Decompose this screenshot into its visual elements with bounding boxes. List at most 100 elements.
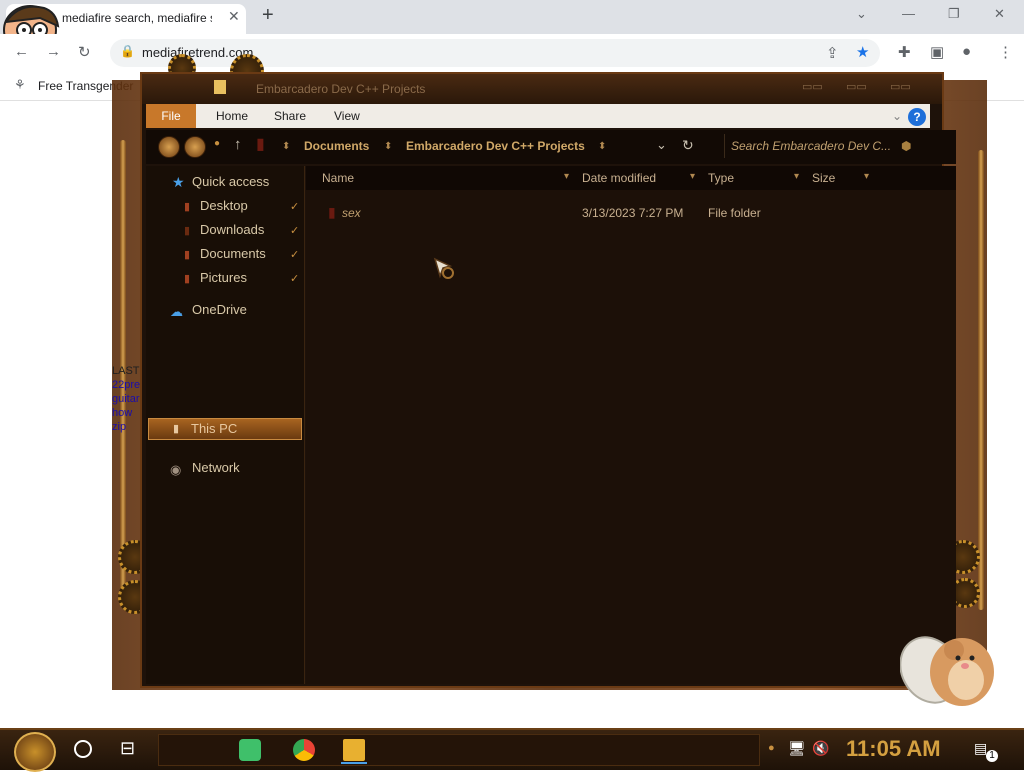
ribbon-expand-icon[interactable]: ⌄ [892, 109, 902, 123]
restore-button[interactable]: ❐ [948, 6, 960, 22]
hamster-pet-icon [900, 636, 994, 706]
column-type[interactable]: Type [708, 171, 734, 185]
file-type: File folder [708, 206, 761, 220]
navigation-bar: ● ↑ ▮ ⬍ Documents ⬍ Embarcadero Dev C++ … [146, 130, 956, 164]
forward-button[interactable] [184, 136, 206, 158]
new-tab-button[interactable]: + [262, 4, 274, 27]
nav-documents[interactable]: Documents [200, 246, 266, 261]
notification-count-badge: 1 [986, 750, 998, 762]
tab-home[interactable]: Home [216, 109, 248, 123]
close-button[interactable]: ▭▭ [890, 80, 911, 93]
tray-overflow-icon[interactable]: ● [768, 742, 775, 754]
downloads-icon: ▮ [184, 225, 191, 237]
recent-locations-icon[interactable]: ● [214, 138, 220, 149]
network-icon: ◉ [170, 462, 182, 477]
pictures-icon: ▮ [184, 273, 191, 285]
up-arrow-icon[interactable]: ↑ [234, 136, 242, 153]
star-icon: ★ [172, 174, 185, 190]
column-dropdown-icon[interactable]: ▾ [794, 171, 799, 182]
browser-tab[interactable]: mediafire search, mediafire se ✕ [3, 4, 246, 55]
extensions-icon[interactable]: ✚ [898, 43, 911, 61]
start-button[interactable] [14, 732, 56, 772]
column-date-modified[interactable]: Date modified [582, 171, 656, 185]
address-dropdown-icon[interactable]: ⌄ [656, 137, 667, 153]
ribbon-tabs: File Home Share View ⌄ [146, 104, 930, 128]
column-dropdown-icon[interactable]: ▾ [564, 171, 569, 182]
address-bar[interactable]: 🔒 mediafiretrend.com ⇪ ★ [110, 39, 880, 67]
column-dropdown-icon[interactable]: ▾ [690, 171, 695, 182]
notes-app-icon[interactable] [239, 739, 261, 761]
file-explorer-icon[interactable] [343, 739, 365, 761]
file-date: 3/13/2023 7:27 PM [582, 206, 684, 220]
breadcrumb-separator-icon[interactable]: ⬍ [598, 141, 606, 152]
nav-network[interactable]: Network [192, 460, 240, 475]
nav-desktop[interactable]: Desktop [200, 198, 248, 213]
task-view-icon[interactable]: ⊟ [120, 738, 135, 759]
nav-this-pc-selected[interactable]: ▮ This PC [148, 418, 302, 440]
nav-quick-access[interactable]: Quick access [192, 174, 269, 189]
menu-icon[interactable]: ⋮ [998, 43, 1013, 61]
breadcrumb-documents[interactable]: Documents [304, 139, 369, 153]
search-icon[interactable]: ⬢ [901, 139, 911, 153]
pin-icon: ✓ [290, 249, 300, 261]
pin-icon: ✓ [290, 225, 300, 237]
share-icon[interactable]: ⇪ [826, 44, 839, 62]
network-tray-icon[interactable]: 🖥 [788, 740, 806, 757]
reload-icon[interactable]: ↻ [78, 43, 91, 61]
search-box[interactable]: Search Embarcadero Dev C... ⬢ [724, 134, 921, 158]
tab-file[interactable]: File [146, 104, 196, 128]
mouse-cursor-icon [433, 257, 454, 279]
file-list-pane: Name ▾ Date modified ▾ Type ▾ Size ▾ ▮ s… [306, 166, 956, 684]
nav-downloads[interactable]: Downloads [200, 222, 264, 237]
explorer-title-bar: Embarcadero Dev C++ Projects ▭▭ ▭▭ ▭▭ [142, 74, 942, 104]
browser-tab-bar: mediafire search, mediafire se ✕ + ⌄ — ❐… [0, 0, 1024, 55]
folder-icon: ▮ [328, 204, 336, 220]
tab-search-button[interactable]: ⌄ [856, 6, 867, 22]
breadcrumb-separator-icon[interactable]: ⬍ [384, 141, 392, 152]
column-size[interactable]: Size [812, 171, 835, 185]
breadcrumb-current[interactable]: Embarcadero Dev C++ Projects [406, 139, 585, 153]
column-dropdown-icon[interactable]: ▾ [864, 171, 869, 182]
help-icon[interactable]: ? [908, 108, 926, 126]
clock[interactable]: 11:05 AM [846, 736, 941, 762]
chrome-icon[interactable] [293, 739, 315, 761]
tab-share[interactable]: Share [274, 109, 306, 123]
file-explorer-window: Embarcadero Dev C++ Projects ▭▭ ▭▭ ▭▭ Fi… [140, 72, 956, 688]
column-name[interactable]: Name [322, 171, 354, 185]
lock-icon[interactable]: 🔒 [120, 44, 135, 58]
documents-icon: ▮ [184, 249, 191, 261]
bookmark-star-icon[interactable]: ★ [856, 43, 869, 61]
search-placeholder[interactable]: Search Embarcadero Dev C... [731, 139, 891, 153]
tab-close-button[interactable]: ✕ [228, 8, 240, 25]
maximize-button[interactable]: ▭▭ [846, 80, 867, 93]
computer-icon: ▮ [173, 423, 180, 435]
back-button[interactable] [158, 136, 180, 158]
close-window-button[interactable]: ✕ [994, 6, 1005, 22]
search-circle-icon[interactable] [74, 740, 92, 758]
pin-icon: ✓ [290, 273, 300, 285]
desktop-icon: ▮ [184, 201, 191, 213]
folder-icon [214, 80, 226, 94]
nav-onedrive[interactable]: OneDrive [192, 302, 247, 317]
volume-muted-icon[interactable]: 🔇 [812, 740, 829, 757]
pipe-right [978, 150, 984, 610]
breadcrumb-separator-icon[interactable]: ⬍ [282, 141, 290, 152]
location-folder-icon: ▮ [256, 136, 265, 153]
minimize-button[interactable]: — [902, 6, 915, 21]
pin-icon: ✓ [290, 201, 300, 213]
nav-this-pc[interactable]: This PC [191, 421, 237, 436]
file-name[interactable]: sex [342, 206, 361, 220]
minimize-button[interactable]: ▭▭ [802, 80, 823, 93]
back-icon[interactable]: ← [14, 43, 29, 60]
forward-icon[interactable]: → [46, 43, 61, 60]
nav-pictures[interactable]: Pictures [200, 270, 247, 285]
profile-icon[interactable]: ● [962, 43, 971, 60]
taskbar: ⊟ ● 🖥 🔇 11:05 AM ▤ 1 [0, 728, 1024, 772]
refresh-icon[interactable]: ↻ [682, 137, 694, 154]
column-headers: Name ▾ Date modified ▾ Type ▾ Size ▾ [306, 166, 956, 190]
navigation-pane: ★ Quick access ▮ Desktop ✓ ▮ Downloads ✓… [146, 166, 305, 684]
sidebar-icon[interactable]: ▣ [930, 43, 944, 61]
window-title: Embarcadero Dev C++ Projects [256, 82, 426, 96]
tab-view[interactable]: View [334, 109, 360, 123]
cloud-icon: ☁ [170, 304, 183, 319]
